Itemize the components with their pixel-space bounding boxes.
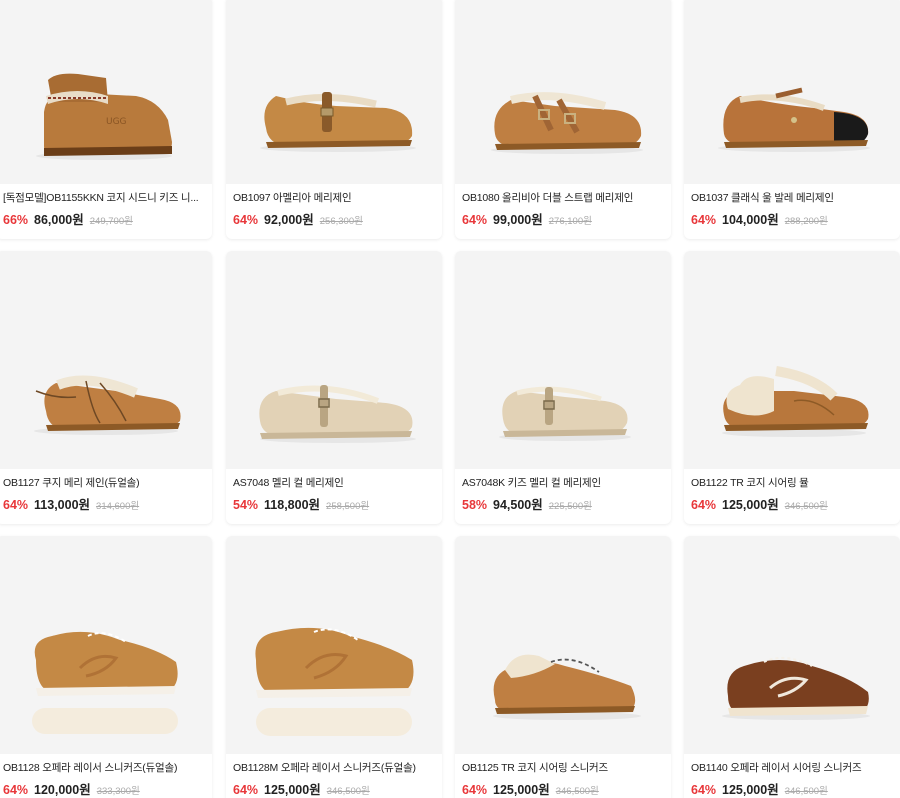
dark-racer-sneaker-icon [722, 656, 870, 720]
product-image [455, 536, 671, 754]
tasman-slipper-icon: UGG [36, 73, 172, 160]
double-strap-mary-jane-icon [491, 92, 643, 154]
sale-price: 125,000원 [493, 783, 550, 797]
product-grid: UGG [독점모델]OB1155KKN 코지 시드니 키즈 니... 66% 8… [0, 0, 900, 798]
product-title: OB1128 오페라 레이서 스니커즈(듀얼솔) [3, 762, 178, 774]
discount-rate: 64% [233, 213, 259, 227]
product-title: OB1128M 오페라 레이서 스니커즈(듀얼솔) [233, 762, 416, 774]
product-card[interactable]: OB1080 올리비아 더블 스트랩 메리제인 64% 99,000원 276,… [455, 0, 671, 239]
curly-wool-mary-jane-icon [259, 385, 416, 443]
product-image [226, 0, 442, 184]
sale-price: 118,800원 [264, 498, 321, 512]
discount-rate: 64% [691, 783, 717, 797]
discount-rate: 66% [3, 213, 29, 227]
product-card[interactable]: OB1128 오페라 레이서 스니커즈(듀얼솔) 64% 120,000원 33… [0, 536, 212, 798]
product-image [455, 0, 671, 184]
product-image: UGG [0, 0, 212, 184]
shearling-sneaker-icon [493, 654, 641, 720]
product-card[interactable]: OB1125 TR 코지 시어링 스니커즈 64% 125,000원 346,5… [455, 536, 671, 798]
original-price: 288,200원 [784, 216, 828, 227]
discount-rate: 64% [3, 498, 29, 512]
product-title: OB1122 TR 코지 시어링 뮬 [691, 477, 809, 489]
original-price: 256,300원 [319, 216, 363, 227]
product-title: OB1080 올리비아 더블 스트랩 메리제인 [462, 192, 634, 204]
ballet-flat-cap-toe-icon [718, 87, 870, 152]
discount-rate: 58% [462, 498, 488, 512]
discount-rate: 54% [233, 498, 259, 512]
product-title: OB1097 아멜리아 메리제인 [233, 192, 352, 204]
product-title: [독점모델]OB1155KKN 코지 시드니 키즈 니... [3, 192, 199, 204]
product-card[interactable]: OB1122 TR 코지 시어링 뮬 64% 125,000원 346,500원 [684, 251, 900, 524]
original-price: 346,500원 [784, 786, 828, 797]
original-price: 276,100원 [548, 216, 592, 227]
racer-sneaker-icon [32, 631, 178, 734]
product-card[interactable]: OB1140 오페라 레이서 시어링 스니커즈 64% 125,000원 346… [684, 536, 900, 798]
sale-price: 125,000원 [722, 498, 779, 512]
discount-rate: 64% [462, 783, 488, 797]
sale-price: 94,500원 [493, 498, 543, 512]
sale-price: 86,000원 [34, 213, 84, 227]
product-title: OB1037 클래식 울 발레 메리제인 [691, 192, 834, 204]
product-image [226, 251, 442, 469]
discount-rate: 64% [691, 498, 717, 512]
product-image [684, 251, 900, 469]
original-price: 225,500원 [548, 501, 592, 512]
sale-price: 113,000원 [34, 498, 91, 512]
sale-price: 99,000원 [493, 213, 543, 227]
kids-curly-mary-jane-icon [499, 386, 631, 441]
product-title: AS7048 멜리 컬 메리제인 [233, 477, 344, 489]
original-price: 258,500원 [326, 501, 370, 512]
product-image [684, 536, 900, 754]
product-card[interactable]: OB1037 클래식 울 발레 메리제인 64% 104,000원 288,20… [684, 0, 900, 239]
product-card[interactable]: AS7048K 키즈 멜리 컬 메리제인 58% 94,500원 225,500… [455, 251, 671, 524]
product-card[interactable]: OB1127 쿠지 메리 제인(듀얼솔) 64% 113,000원 314,60… [0, 251, 212, 524]
sale-price: 125,000원 [264, 783, 321, 797]
shearling-mule-icon [722, 366, 869, 437]
discount-rate: 64% [233, 783, 259, 797]
original-price: 314,600원 [96, 501, 140, 512]
sale-price: 125,000원 [722, 783, 779, 797]
product-image [0, 251, 212, 469]
discount-rate: 64% [462, 213, 488, 227]
lace-up-mary-jane-icon [34, 375, 181, 435]
original-price: 249,700원 [89, 216, 133, 227]
svg-text:UGG: UGG [106, 117, 127, 127]
product-image [226, 536, 442, 754]
product-image [0, 536, 212, 754]
product-title: OB1125 TR 코지 시어링 스니커즈 [462, 762, 608, 774]
discount-rate: 64% [691, 213, 717, 227]
mary-jane-shoe-icon [260, 92, 416, 152]
original-price: 333,300원 [96, 786, 140, 797]
product-title: AS7048K 키즈 멜리 컬 메리제인 [462, 477, 601, 489]
product-card[interactable]: UGG [독점모델]OB1155KKN 코지 시드니 키즈 니... 66% 8… [0, 0, 212, 239]
original-price: 346,500원 [784, 501, 828, 512]
product-image [455, 251, 671, 469]
product-image [684, 0, 900, 184]
product-title: OB1140 오페라 레이서 시어링 스니커즈 [691, 762, 862, 774]
original-price: 346,500원 [326, 786, 370, 797]
original-price: 346,500원 [555, 786, 599, 797]
product-title: OB1127 쿠지 메리 제인(듀얼솔) [3, 477, 140, 489]
racer-sneaker-icon [255, 627, 414, 736]
product-card[interactable]: OB1097 아멜리아 메리제인 64% 92,000원 256,300원 [226, 0, 442, 239]
product-card[interactable]: AS7048 멜리 컬 메리제인 54% 118,800원 258,500원 [226, 251, 442, 524]
sale-price: 104,000원 [722, 213, 779, 227]
discount-rate: 64% [3, 783, 29, 797]
sale-price: 92,000원 [264, 213, 314, 227]
product-card[interactable]: OB1128M 오페라 레이서 스니커즈(듀얼솔) 64% 125,000원 3… [226, 536, 442, 798]
sale-price: 120,000원 [34, 783, 91, 797]
